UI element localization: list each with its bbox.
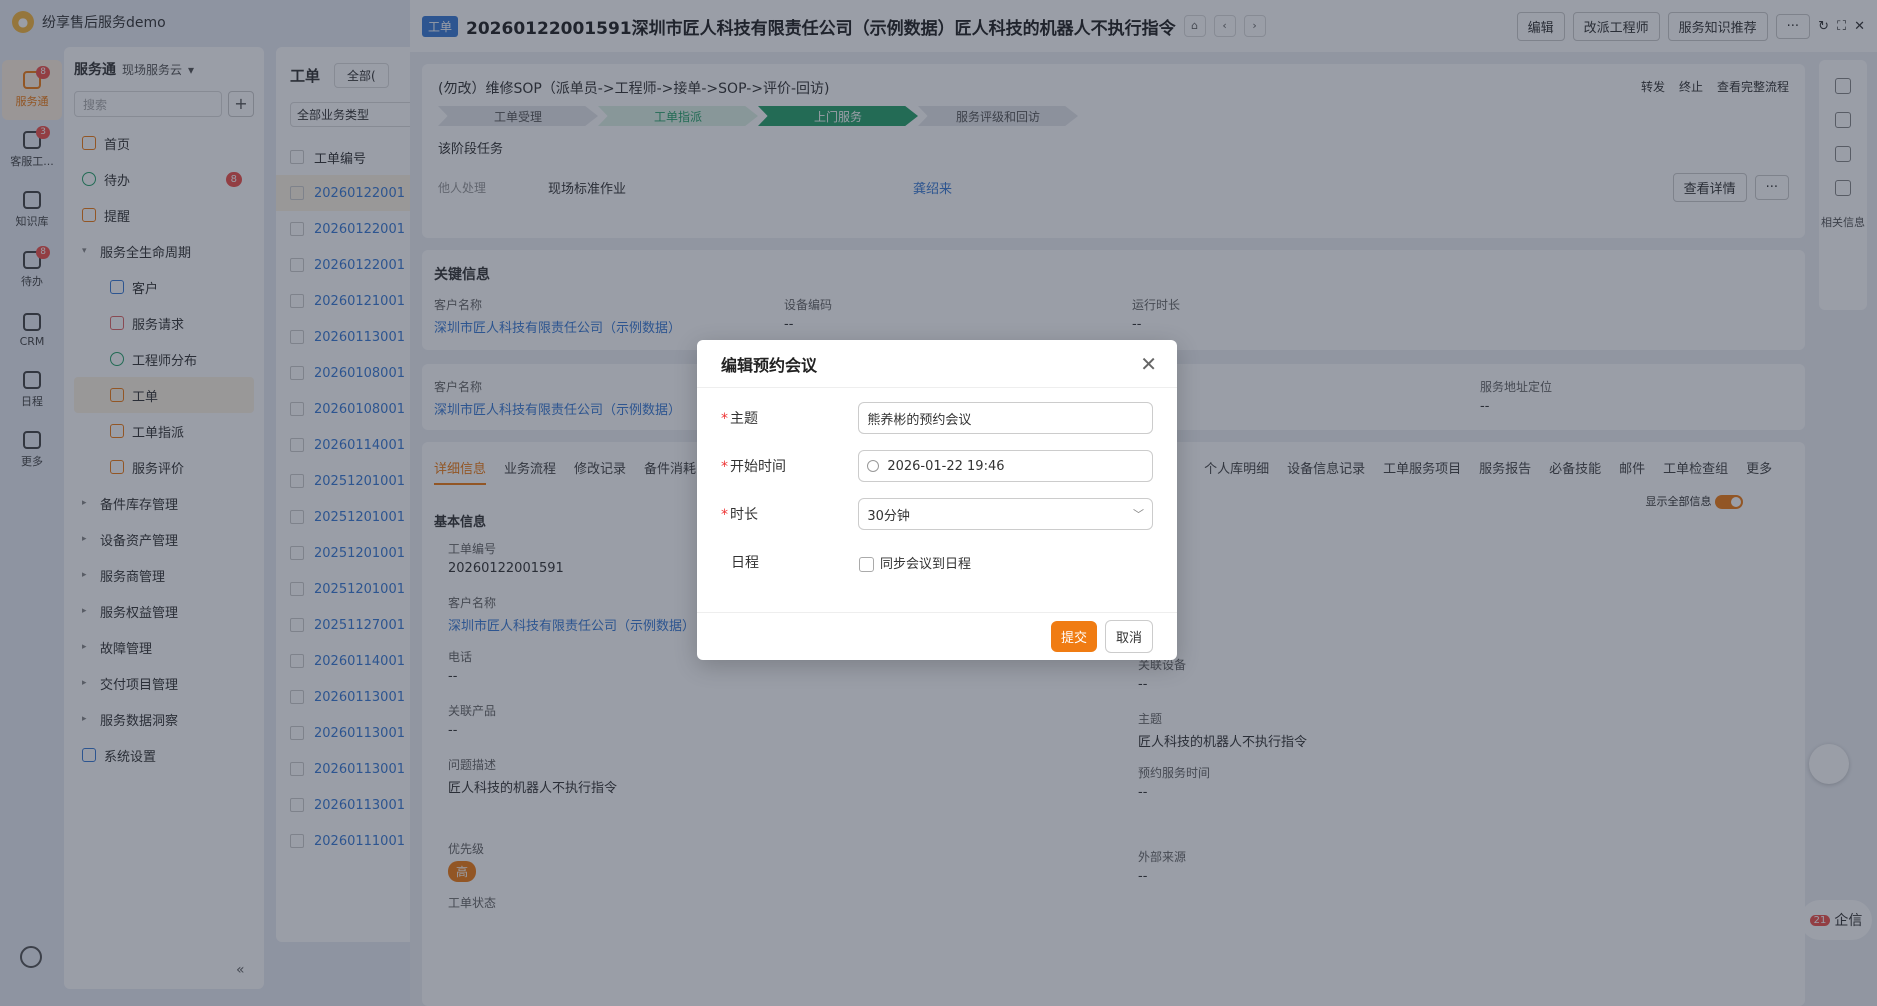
duration-label: 时长	[730, 507, 758, 523]
duration-select[interactable]: 30分钟 ﹀	[858, 498, 1153, 530]
duration-row: * 时长 30分钟 ﹀	[697, 490, 1177, 538]
subject-input[interactable]: 熊养彬的预约会议	[858, 402, 1153, 434]
clock-icon	[867, 460, 880, 472]
dialog-title: 编辑预约会议	[721, 355, 818, 375]
sync-calendar-label[interactable]: 同步会议到日程	[880, 557, 971, 572]
sync-calendar-checkbox[interactable]	[859, 556, 874, 572]
calendar-label: 日程	[731, 555, 759, 571]
chevron-down-icon: ﹀	[1133, 508, 1144, 521]
duration-value: 30分钟	[867, 508, 910, 524]
start-time-picker[interactable]: 2026-01-22 19:46	[858, 450, 1153, 482]
close-icon[interactable]: ✕	[1140, 352, 1157, 376]
cancel-button[interactable]: 取消	[1104, 620, 1153, 653]
start-time-row: * 开始时间 2026-01-22 19:46	[697, 442, 1177, 490]
subject-row: * 主题 熊养彬的预约会议	[697, 394, 1177, 442]
submit-button[interactable]: 提交	[1050, 621, 1097, 652]
subject-label: 主题	[730, 411, 758, 427]
calendar-row: 日程 同步会议到日程	[697, 538, 1177, 586]
edit-meeting-dialog: 编辑预约会议 ✕ * 主题 熊养彬的预约会议 * 开始时间 2026-01-22 1…	[697, 340, 1177, 660]
start-time-value: 2026-01-22 19:46	[887, 458, 1005, 474]
start-time-label: 开始时间	[730, 459, 786, 475]
